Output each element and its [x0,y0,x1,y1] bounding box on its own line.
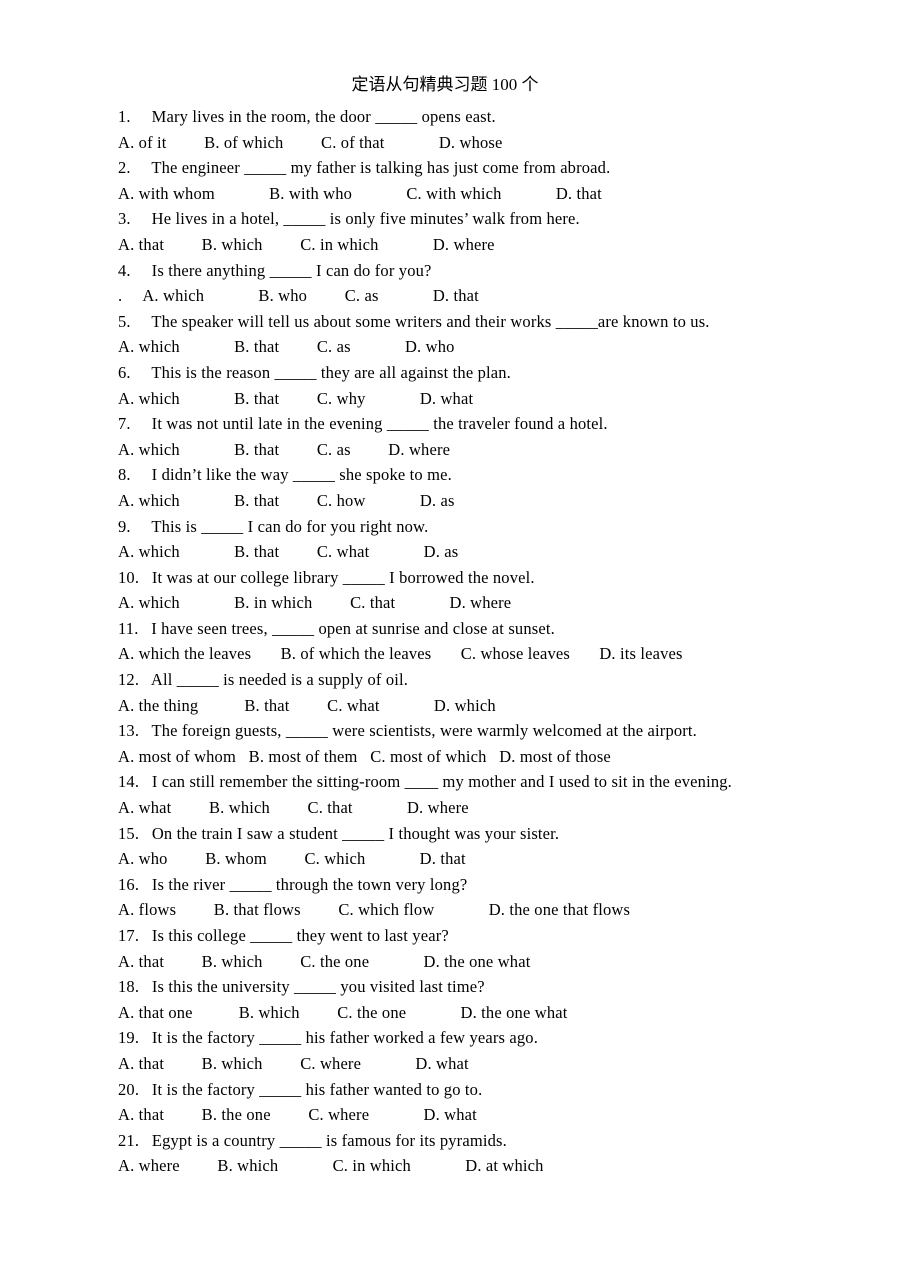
question-options: A. the thing B. that C. what D. which [118,695,496,715]
question-options: A. of it B. of which C. of that D. whose [118,132,503,152]
question-stem: 8. I didn’t like the way _____ she spoke… [118,465,452,485]
question-stem: 12. All _____ is needed is a supply of o… [118,670,409,690]
question-item: 12. All _____ is needed is a supply of o… [118,667,820,718]
question-stem: 4. Is there anything _____ I can do for … [118,260,432,280]
question-item: 9. This is _____ I can do for you right … [118,514,820,565]
question-stem: 11. I have seen trees, _____ open at sun… [118,618,555,638]
question-options: A. what B. which C. that D. where [118,798,469,818]
question-item: 16. Is the river _____ through the town … [118,872,820,923]
question-options: A. that B. which C. in which D. where [118,234,495,254]
question-item: 4. Is there anything _____ I can do for … [118,258,820,309]
question-stem: 6. This is the reason _____ they are all… [118,362,511,382]
question-item: 6. This is the reason _____ they are all… [118,360,820,411]
question-item: 21. Egypt is a country _____ is famous f… [118,1128,820,1179]
question-options: A. which B. that C. as D. where [118,439,451,459]
document-page: 定语从句精典习题 100 个 1. Mary lives in the room… [0,0,920,1277]
question-stem: 7. It was not until late in the evening … [118,414,608,434]
question-stem: 1. Mary lives in the room, the door ____… [118,107,496,126]
question-options: A. that B. the one C. where D. what [118,1105,477,1125]
question-item: 1. Mary lives in the room, the door ____… [118,104,820,155]
question-options: A. which B. that C. as D. who [118,337,455,357]
question-stem: 20. It is the factory _____ his father w… [118,1079,483,1099]
question-options: A. most of whom B. most of them C. most … [118,746,611,766]
question-options: A. which the leaves B. of which the leav… [118,644,683,664]
question-options: . A. which B. who C. as D. that [118,286,479,306]
question-item: 5. The speaker will tell us about some w… [118,309,820,360]
question-stem: 16. Is the river _____ through the town … [118,874,468,894]
question-options: A. that B. which C. the one D. the one w… [118,951,531,971]
question-item: 20. It is the factory _____ his father w… [118,1077,820,1128]
question-options: A. with whom B. with who C. with which D… [118,183,602,203]
question-stem: 10. It was at our college library _____ … [118,567,535,587]
question-item: 17. Is this college _____ they went to l… [118,923,820,974]
question-stem: 9. This is _____ I can do for you right … [118,516,429,536]
question-item: 19. It is the factory _____ his father w… [118,1025,820,1076]
question-item: 13. The foreign guests, _____ were scien… [118,718,820,769]
question-item: 7. It was not until late in the evening … [118,411,820,462]
question-item: 14. I can still remember the sitting-roo… [118,769,820,820]
question-options: A. that one B. which C. the one D. the o… [118,1002,568,1022]
question-options: A. that B. which C. where D. what [118,1053,469,1073]
question-list: 1. Mary lives in the room, the door ____… [118,104,820,1179]
question-options: A. which B. that C. how D. as [118,490,455,510]
question-stem: 13. The foreign guests, _____ were scien… [118,721,697,741]
question-item: 11. I have seen trees, _____ open at sun… [118,616,820,667]
question-options: A. which B. that C. why D. what [118,388,474,408]
question-item: 10. It was at our college library _____ … [118,565,820,616]
question-stem: 17. Is this college _____ they went to l… [118,926,449,945]
question-stem: 19. It is the factory _____ his father w… [118,1028,539,1048]
question-options: A. flows B. that flows C. which flow D. … [118,900,631,920]
question-item: 15. On the train I saw a student _____ I… [118,821,820,872]
question-item: 8. I didn’t like the way _____ she spoke… [118,462,820,513]
question-stem: 5. The speaker will tell us about some w… [118,311,710,331]
question-options: A. which B. that C. what D. as [118,542,459,562]
question-stem: 15. On the train I saw a student _____ I… [118,823,560,843]
question-stem: 21. Egypt is a country _____ is famous f… [118,1130,507,1150]
question-options: A. who B. whom C. which D. that [118,849,466,869]
question-stem: 3. He lives in a hotel, _____ is only fi… [118,209,580,229]
question-options: A. which B. in which C. that D. where [118,593,512,613]
question-item: 2. The engineer _____ my father is talki… [118,155,820,206]
question-stem: 14. I can still remember the sitting-roo… [118,772,732,792]
question-stem: 2. The engineer _____ my father is talki… [118,158,611,178]
question-options: A. where B. which C. in which D. at whic… [118,1156,544,1176]
page-title: 定语从句精典习题 100 个 [351,75,539,94]
question-item: 18. Is this the university _____ you vis… [118,974,820,1025]
question-stem: 18. Is this the university _____ you vis… [118,977,485,997]
question-item: 3. He lives in a hotel, _____ is only fi… [118,206,820,257]
